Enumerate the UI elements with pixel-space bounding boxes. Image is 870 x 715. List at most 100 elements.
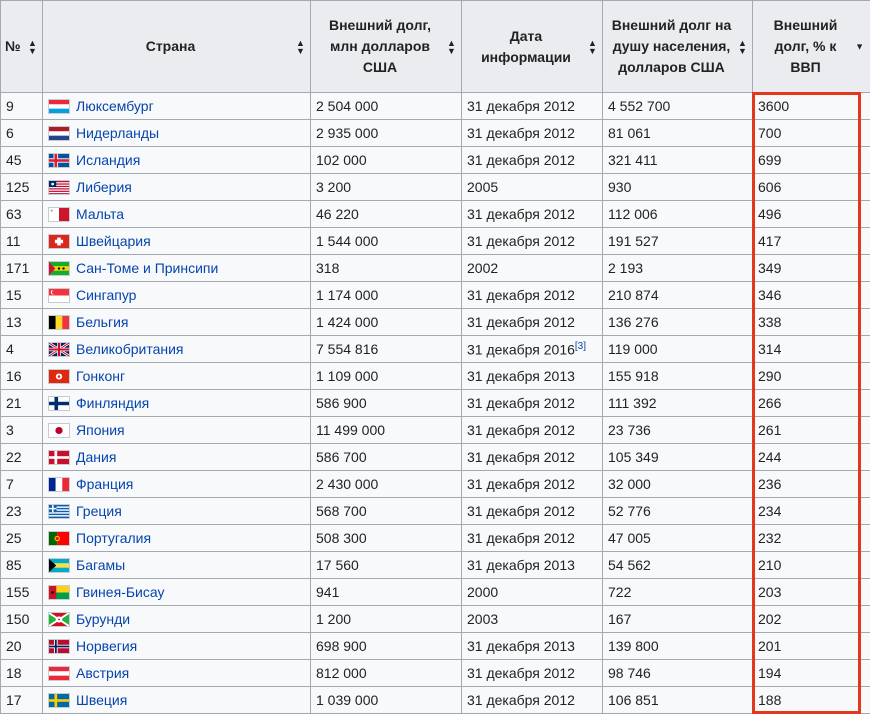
cell-date: 31 декабря 2016[3] bbox=[461, 335, 603, 363]
cell-per-capita: 191 527 bbox=[602, 227, 753, 255]
cell-num: 22 bbox=[0, 443, 43, 471]
header-num-label: № bbox=[5, 38, 21, 54]
cell-gdp: 244 bbox=[752, 443, 870, 471]
cell-num: 21 bbox=[0, 389, 43, 417]
table-row: 6 Нидерланды 2 935 000 31 декабря 2012 81 06… bbox=[0, 119, 870, 147]
bahamas-flag-icon bbox=[48, 558, 70, 573]
hong-kong-flag-icon bbox=[48, 369, 70, 384]
date-text: 31 декабря 2012 bbox=[467, 287, 575, 303]
header-per-capita[interactable]: Внешний долг на душу населения, долларов… bbox=[602, 0, 753, 93]
country-link[interactable]: Финляндия bbox=[76, 395, 149, 411]
cell-debt: 586 700 bbox=[310, 443, 462, 471]
cell-country: Япония bbox=[42, 416, 311, 444]
cell-gdp: 210 bbox=[752, 551, 870, 579]
country-link[interactable]: Исландия bbox=[76, 152, 140, 168]
switzerland-flag-icon bbox=[48, 234, 70, 249]
country-link[interactable]: Гонконг bbox=[76, 368, 125, 384]
header-date[interactable]: Дата информации ▲ ▼ bbox=[461, 0, 603, 93]
header-gdp[interactable]: Внешний долг, % к ВВП ▼ bbox=[752, 0, 870, 93]
cell-gdp: 261 bbox=[752, 416, 870, 444]
table-row: 125 Либерия 3 200 2005 930 606 bbox=[0, 173, 870, 201]
cell-num: 9 bbox=[0, 92, 43, 120]
country-link[interactable]: Нидерланды bbox=[76, 125, 159, 141]
cell-debt: 941 bbox=[310, 578, 462, 606]
cell-country: Мальта bbox=[42, 200, 311, 228]
cell-per-capita: 52 776 bbox=[602, 497, 753, 525]
country-link[interactable]: Гвинея-Бисау bbox=[76, 584, 164, 600]
table-row: 171 Сан-Томе и Принсипи 318 2002 2 193 349 bbox=[0, 254, 870, 282]
norway-flag-icon bbox=[48, 639, 70, 654]
country-link[interactable]: Дания bbox=[76, 449, 116, 465]
cell-num: 11 bbox=[0, 227, 43, 255]
date-text: 31 декабря 2013 bbox=[467, 557, 575, 573]
header-country[interactable]: Страна ▲ ▼ bbox=[42, 0, 311, 93]
cell-debt: 568 700 bbox=[310, 497, 462, 525]
cell-country: Швеция bbox=[42, 686, 311, 714]
cell-debt: 318 bbox=[310, 254, 462, 282]
country-link[interactable]: Либерия bbox=[76, 179, 132, 195]
sort-icon[interactable]: ▲ ▼ bbox=[28, 38, 37, 55]
cell-per-capita: 4 552 700 bbox=[602, 92, 753, 120]
date-text: 31 декабря 2013 bbox=[467, 368, 575, 384]
country-link[interactable]: Франция bbox=[76, 476, 133, 492]
table-row: 9 Люксембург 2 504 000 31 декабря 2012 4 552… bbox=[0, 92, 870, 120]
date-text: 31 декабря 2013 bbox=[467, 638, 575, 654]
country-link[interactable]: Австрия bbox=[76, 665, 129, 681]
country-link[interactable]: Сан-Томе и Принсипи bbox=[76, 260, 218, 276]
denmark-flag-icon bbox=[48, 450, 70, 465]
external-debt-table: № ▲ ▼ Страна ▲ ▼ Внешний долг, млн долларо… bbox=[0, 0, 870, 714]
header-debt[interactable]: Внешний долг, млн долларов США ▲ ▼ bbox=[310, 0, 462, 93]
cell-num: 3 bbox=[0, 416, 43, 444]
table-row: 3 Япония 11 499 000 31 декабря 2012 23 736 26… bbox=[0, 416, 870, 444]
cell-per-capita: 112 006 bbox=[602, 200, 753, 228]
header-num[interactable]: № ▲ ▼ bbox=[0, 0, 43, 93]
cell-num: 15 bbox=[0, 281, 43, 309]
country-link[interactable]: Португалия bbox=[76, 530, 151, 546]
country-link[interactable]: Швейцария bbox=[76, 233, 151, 249]
date-text: 2005 bbox=[467, 179, 499, 195]
cell-date: 31 декабря 2012 bbox=[461, 200, 603, 228]
cell-country: Франция bbox=[42, 470, 311, 498]
cell-debt: 508 300 bbox=[310, 524, 462, 552]
cell-gdp: 3600 bbox=[752, 92, 870, 120]
date-text: 2002 bbox=[467, 260, 499, 276]
country-link[interactable]: Люксембург bbox=[76, 98, 154, 114]
country-link[interactable]: Япония bbox=[76, 422, 125, 438]
cell-country: Греция bbox=[42, 497, 311, 525]
austria-flag-icon bbox=[48, 666, 70, 681]
country-link[interactable]: Бурунди bbox=[76, 611, 130, 627]
cell-debt: 1 109 000 bbox=[310, 362, 462, 390]
date-text: 31 декабря 2012 bbox=[467, 206, 575, 222]
date-text: 31 декабря 2016 bbox=[467, 341, 575, 358]
cell-gdp: 417 bbox=[752, 227, 870, 255]
cell-debt: 2 504 000 bbox=[310, 92, 462, 120]
reference-link[interactable]: [3] bbox=[575, 341, 586, 352]
cell-num: 150 bbox=[0, 605, 43, 633]
cell-debt: 7 554 816 bbox=[310, 335, 462, 363]
country-link[interactable]: Сингапур bbox=[76, 287, 136, 303]
country-link[interactable]: Бельгия bbox=[76, 314, 128, 330]
finland-flag-icon bbox=[48, 396, 70, 411]
cell-num: 125 bbox=[0, 173, 43, 201]
table-row: 85 Багамы 17 560 31 декабря 2013 54 562 210 bbox=[0, 551, 870, 579]
sort-icon[interactable]: ▲ ▼ bbox=[738, 38, 747, 55]
country-link[interactable]: Великобритания bbox=[76, 341, 184, 357]
country-link[interactable]: Швеция bbox=[76, 692, 127, 708]
cell-per-capita: 111 392 bbox=[602, 389, 753, 417]
cell-num: 13 bbox=[0, 308, 43, 336]
cell-date: 31 декабря 2012 bbox=[461, 497, 603, 525]
cell-per-capita: 32 000 bbox=[602, 470, 753, 498]
table-row: 17 Швеция 1 039 000 31 декабря 2012 106 851 1… bbox=[0, 686, 870, 714]
cell-debt: 2 935 000 bbox=[310, 119, 462, 147]
cell-date: 31 декабря 2012 bbox=[461, 92, 603, 120]
country-link[interactable]: Норвегия bbox=[76, 638, 137, 654]
sort-icon[interactable]: ▲ ▼ bbox=[588, 38, 597, 55]
cell-date: 2003 bbox=[461, 605, 603, 633]
country-link[interactable]: Греция bbox=[76, 503, 122, 519]
cell-date: 31 декабря 2012 bbox=[461, 659, 603, 687]
sort-icon[interactable]: ▲ ▼ bbox=[447, 38, 456, 55]
sort-icon[interactable]: ▲ ▼ bbox=[296, 38, 305, 55]
country-link[interactable]: Багамы bbox=[76, 557, 125, 573]
sort-descending-icon[interactable]: ▼ bbox=[855, 36, 864, 57]
country-link[interactable]: Мальта bbox=[76, 206, 124, 222]
